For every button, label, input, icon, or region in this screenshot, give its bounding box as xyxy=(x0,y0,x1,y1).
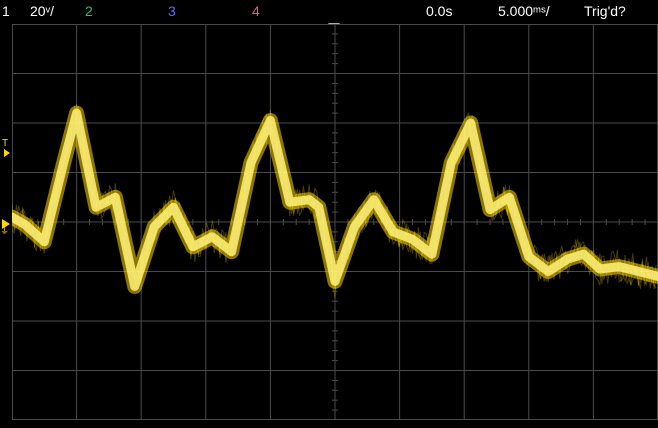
waveform-display[interactable] xyxy=(12,24,658,420)
channel-3-label[interactable]: 3 xyxy=(168,3,176,19)
trigger-level-arrow-icon[interactable] xyxy=(4,149,10,157)
graticule xyxy=(12,24,658,420)
channel-1-scale[interactable]: 20ᵛ/ xyxy=(30,3,54,19)
channel-1-label[interactable]: 1 xyxy=(2,3,10,19)
softkey-strip xyxy=(0,420,658,428)
trigger-level-label: T xyxy=(2,138,9,149)
channel-4-label[interactable]: 4 xyxy=(252,3,260,19)
channel-2-label[interactable]: 2 xyxy=(85,3,93,19)
time-scale[interactable]: 5.000ᵐˢ/ xyxy=(498,3,550,19)
waveform-plot xyxy=(12,24,658,420)
trigger-status: Trig'd? xyxy=(584,3,626,19)
status-bar: 1 20ᵛ/ 2 3 4 0.0s 5.000ᵐˢ/ Trig'd? xyxy=(0,0,658,22)
ground-icon: ⏚ xyxy=(0,226,10,236)
time-offset[interactable]: 0.0s xyxy=(426,3,452,19)
